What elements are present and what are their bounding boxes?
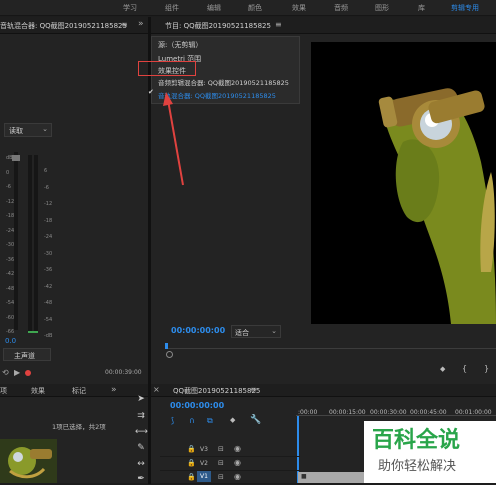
track-label-v1[interactable]: V1 [197, 471, 211, 482]
track-select-icon[interactable]: ⇉ [135, 410, 147, 422]
timeline-clip[interactable]: ■ [298, 472, 364, 483]
track-label-v2[interactable]: V2 [200, 460, 208, 467]
tab-effects[interactable]: 效果 [31, 386, 45, 396]
ruler-label-60: 00:01:00:00 [455, 409, 492, 416]
ruler-label-45: 00:00:45:00 [410, 409, 447, 416]
watermark-subtitle: 助你轻松解决 [378, 459, 457, 474]
track-header-v3: 🔒 V3 ⊟ ◉ [160, 443, 300, 457]
track-header-v2: 🔒 V2 ⊟ ◉ [160, 457, 300, 471]
track-header-v1: 🔒 V1 ⊟ ◉ [160, 471, 300, 484]
lock-icon[interactable]: 🔒 [187, 473, 196, 481]
tab-markers[interactable]: 标记 [72, 386, 86, 396]
snap-icon[interactable]: ⟆ [171, 416, 174, 425]
timeline-timecode[interactable]: 00:00:00:00 [170, 401, 224, 410]
ruler-label-30: 00:00:30:00 [370, 409, 407, 416]
watermark-logo: 百科全说 助你轻松解决 [364, 421, 496, 483]
sync-lock-icon[interactable]: ⊟ [218, 445, 224, 453]
lock-icon[interactable]: 🔒 [187, 445, 196, 453]
panel-overflow-icon[interactable]: » [111, 385, 117, 395]
linked-selection-icon[interactable]: ∩ [189, 416, 195, 425]
project-panel: 项 效果 标记 » 1项已选择，共2项 [0, 384, 148, 483]
lock-icon[interactable]: 🔒 [187, 459, 196, 467]
close-icon[interactable]: × [153, 385, 160, 394]
thumbnail-image [0, 439, 57, 483]
project-tab-bar: 项 效果 标记 » [0, 384, 148, 397]
sequence-tab[interactable]: QQ截图20190521185825 [173, 386, 260, 396]
tab-project[interactable]: 项 [0, 386, 7, 396]
selection-info: 1项已选择，共2项 [52, 423, 106, 431]
sync-lock-icon[interactable]: ⊟ [218, 459, 224, 467]
timeline-menu-icon[interactable]: ≡ [250, 385, 257, 394]
eye-icon[interactable]: ◉ [234, 444, 241, 453]
wrench-icon[interactable]: 🔧 [250, 415, 261, 425]
add-marker-icon[interactable]: ⧉ [207, 416, 213, 426]
fx-badge-icon: ■ [301, 473, 307, 480]
clip-thumbnail[interactable] [0, 439, 57, 483]
ripple-edit-icon[interactable]: ⟷ [135, 426, 148, 438]
track-label-v3[interactable]: V3 [200, 446, 208, 453]
sync-lock-icon[interactable]: ⊟ [218, 473, 224, 481]
razor-tool-icon[interactable]: ✎ [135, 442, 147, 454]
pen-tool-icon[interactable]: ✒ [135, 473, 147, 485]
selection-tool-icon[interactable]: ➤ [135, 393, 147, 405]
timeline-tab-bar: × QQ截图20190521185825 ≡ [151, 384, 496, 397]
watermark-title: 百科全说 [372, 428, 461, 453]
marker-icon[interactable]: ◆ [230, 416, 235, 424]
eye-icon[interactable]: ◉ [234, 472, 241, 481]
eye-icon[interactable]: ◉ [234, 458, 241, 467]
ruler-label-15: 00:00:15:00 [329, 409, 366, 416]
ruler-label-0: :00:00 [298, 409, 318, 416]
slip-tool-icon[interactable]: ↔ [135, 458, 147, 470]
